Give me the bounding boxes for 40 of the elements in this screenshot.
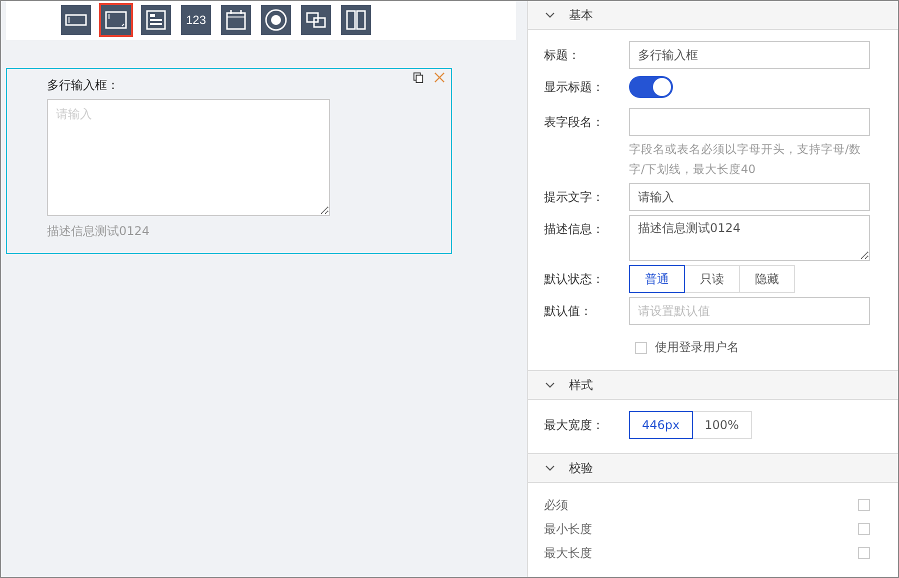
checkbox[interactable] xyxy=(635,342,647,354)
segment-button[interactable]: 普通 xyxy=(629,265,685,293)
field-description: 描述信息测试0124 xyxy=(47,223,151,240)
input-field[interactable]: 请设置默认值 xyxy=(629,297,870,325)
hint-text: 字段名或表名必须以字母开头，支持字母/数字/下划线，最大长度40 xyxy=(629,141,862,178)
field-label: 提示文字： xyxy=(544,189,605,206)
segment-button[interactable]: 只读 xyxy=(684,265,740,293)
segment-button[interactable]: 隐藏 xyxy=(739,265,795,293)
checkbox-label: 使用登录用户名 xyxy=(655,339,739,356)
field-label: 标题： xyxy=(544,47,581,64)
checkbox[interactable] xyxy=(858,547,870,559)
field-label: 多行输入框： xyxy=(47,77,119,94)
number-tool-button[interactable]: 123 xyxy=(179,3,213,37)
input-field[interactable]: 请输入 xyxy=(629,183,870,211)
option-label: 最小长度 xyxy=(544,520,592,538)
field-label: 表字段名： xyxy=(544,114,605,131)
section-title: 样式 xyxy=(569,376,593,394)
copy-icon[interactable] xyxy=(413,72,424,83)
section-header[interactable]: 基本 xyxy=(528,1,898,30)
option-label: 最大长度 xyxy=(544,544,592,562)
input-field[interactable]: 多行输入框 xyxy=(629,41,870,69)
field-label: 显示标题： xyxy=(544,79,605,96)
field-label: 最大宽度： xyxy=(544,417,605,434)
tool-button[interactable] xyxy=(99,3,133,37)
text-area[interactable]: 描述信息测试0124 xyxy=(629,215,870,261)
checkbox[interactable] xyxy=(858,523,870,535)
section-header[interactable]: 样式 xyxy=(528,370,898,400)
segment-button[interactable]: 100% xyxy=(692,411,752,439)
field-label: 默认值： xyxy=(544,303,593,320)
section-title: 校验 xyxy=(569,460,593,476)
field-label: 描述信息： xyxy=(544,221,605,238)
section-header[interactable]: 校验 xyxy=(528,453,898,483)
input-field[interactable] xyxy=(629,108,870,136)
checkbox[interactable] xyxy=(858,499,870,511)
segment-button[interactable]: 446px xyxy=(629,411,693,439)
checkbox-option[interactable]: 使用登录用户名 xyxy=(635,339,739,356)
field-label: 默认状态： xyxy=(544,271,605,288)
option-label: 必须 xyxy=(544,496,568,514)
section-title: 基本 xyxy=(569,6,593,24)
toggle-switch[interactable] xyxy=(629,76,673,98)
